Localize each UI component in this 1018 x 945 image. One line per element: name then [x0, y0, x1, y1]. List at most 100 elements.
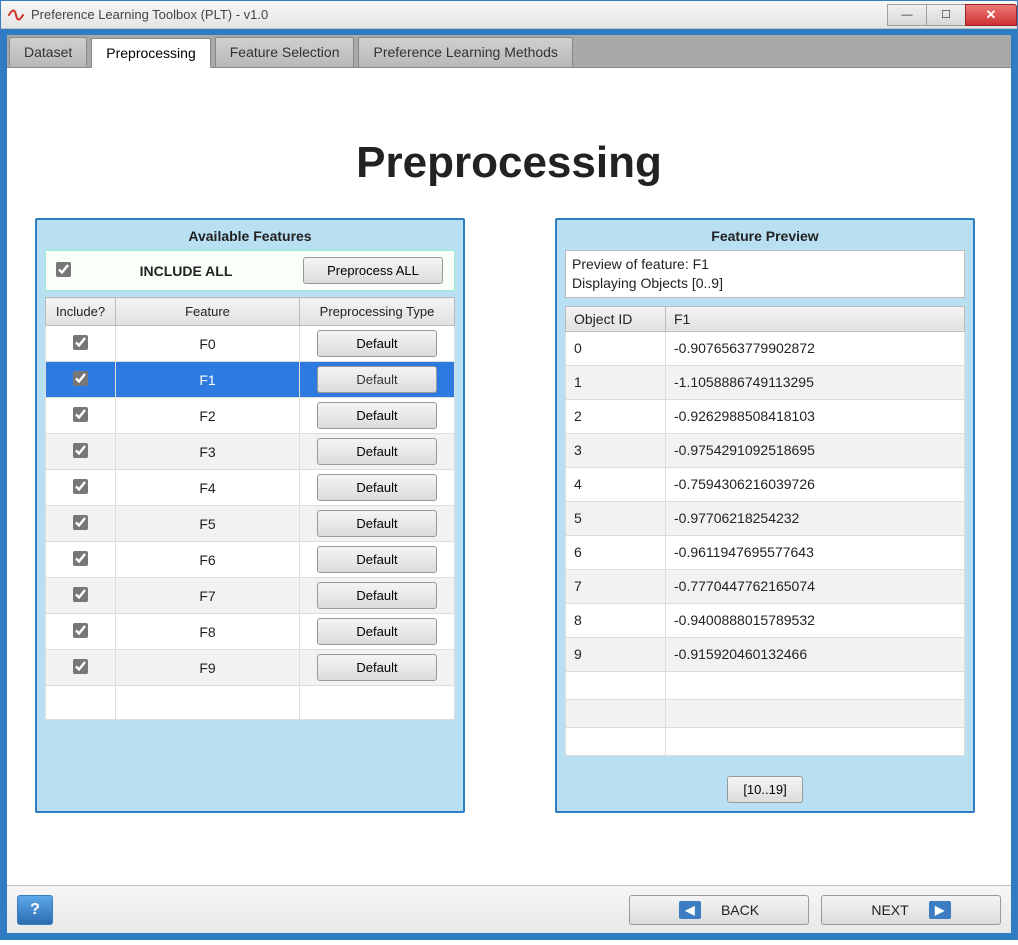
preprocessing-type-button[interactable]: Default — [317, 654, 437, 681]
include-checkbox[interactable] — [73, 479, 88, 494]
feature-name: F7 — [116, 578, 300, 614]
include-all-checkbox[interactable] — [56, 262, 71, 277]
col-type[interactable]: Preprocessing Type — [300, 298, 455, 326]
include-checkbox[interactable] — [73, 515, 88, 530]
available-features-panel: Available Features INCLUDE ALL Preproces… — [35, 218, 465, 813]
preprocessing-type-button[interactable]: Default — [317, 510, 437, 537]
preview-table: Object ID F1 0-0.90765637799028721-1.105… — [565, 306, 965, 756]
col-feature[interactable]: Feature — [116, 298, 300, 326]
preview-row — [566, 727, 965, 755]
feature-row[interactable]: F1 Default — [46, 362, 455, 398]
titlebar: Preference Learning Toolbox (PLT) - v1.0 — [1, 1, 1017, 29]
preprocessing-type-button[interactable]: Default — [317, 402, 437, 429]
feature-name: F4 — [116, 470, 300, 506]
preview-row[interactable]: 9-0.915920460132466 — [566, 637, 965, 671]
maximize-button[interactable] — [926, 4, 966, 26]
feature-row[interactable]: F2 Default — [46, 398, 455, 434]
preview-row[interactable]: 4-0.7594306216039726 — [566, 467, 965, 501]
pager: [10..19] — [565, 776, 965, 803]
window-title: Preference Learning Toolbox (PLT) - v1.0 — [31, 7, 888, 22]
preprocessing-type-button[interactable]: Default — [317, 582, 437, 609]
preprocessing-type-button[interactable]: Default — [317, 618, 437, 645]
preview-info-line1: Preview of feature: F1 — [572, 255, 958, 274]
tab-preference-learning-methods[interactable]: Preference Learning Methods — [358, 37, 572, 67]
preview-row[interactable]: 8-0.9400888015789532 — [566, 603, 965, 637]
include-checkbox[interactable] — [73, 551, 88, 566]
object-value: -0.9076563779902872 — [666, 331, 965, 365]
preprocessing-type-button[interactable]: Default — [317, 474, 437, 501]
preprocessing-type-button[interactable]: Default — [317, 366, 437, 393]
object-id: 8 — [566, 603, 666, 637]
object-id: 4 — [566, 467, 666, 501]
next-page-button[interactable]: [10..19] — [727, 776, 803, 803]
object-value: -0.9611947695577643 — [666, 535, 965, 569]
object-id: 6 — [566, 535, 666, 569]
tab-preprocessing[interactable]: Preprocessing — [91, 38, 211, 68]
footer: ? ◀ BACK NEXT ▶ — [7, 885, 1011, 933]
col-include[interactable]: Include? — [46, 298, 116, 326]
object-id: 5 — [566, 501, 666, 535]
preview-row — [566, 699, 965, 727]
col-object-id[interactable]: Object ID — [566, 306, 666, 331]
tab-feature-selection[interactable]: Feature Selection — [215, 37, 355, 67]
tab-dataset[interactable]: Dataset — [9, 37, 87, 67]
preview-row[interactable]: 6-0.9611947695577643 — [566, 535, 965, 569]
preview-row[interactable]: 1-1.1058886749113295 — [566, 365, 965, 399]
preview-row[interactable]: 7-0.7770447762165074 — [566, 569, 965, 603]
preprocessing-type-button[interactable]: Default — [317, 438, 437, 465]
include-checkbox[interactable] — [73, 407, 88, 422]
back-button[interactable]: ◀ BACK — [629, 895, 809, 925]
feature-name: F1 — [116, 362, 300, 398]
col-value[interactable]: F1 — [666, 306, 965, 331]
close-button[interactable] — [965, 4, 1017, 26]
feature-name: F8 — [116, 614, 300, 650]
feature-preview-panel: Feature Preview Preview of feature: F1 D… — [555, 218, 975, 813]
table-row — [46, 686, 455, 720]
include-all-label: INCLUDE ALL — [74, 263, 298, 279]
object-value: -0.7594306216039726 — [666, 467, 965, 501]
include-checkbox[interactable] — [73, 659, 88, 674]
feature-name: F5 — [116, 506, 300, 542]
app-icon — [7, 6, 25, 24]
feature-name: F3 — [116, 434, 300, 470]
preprocessing-type-button[interactable]: Default — [317, 330, 437, 357]
feature-name: F6 — [116, 542, 300, 578]
feature-name: F0 — [116, 326, 300, 362]
feature-row[interactable]: F9 Default — [46, 650, 455, 686]
feature-name: F2 — [116, 398, 300, 434]
feature-name: F9 — [116, 650, 300, 686]
help-button[interactable]: ? — [17, 895, 53, 925]
feature-row[interactable]: F8 Default — [46, 614, 455, 650]
back-label: BACK — [721, 902, 759, 918]
tabbar: DatasetPreprocessingFeature SelectionPre… — [7, 35, 1011, 68]
available-features-title: Available Features — [45, 228, 455, 244]
object-id: 2 — [566, 399, 666, 433]
feature-row[interactable]: F5 Default — [46, 506, 455, 542]
include-checkbox[interactable] — [73, 623, 88, 638]
include-checkbox[interactable] — [73, 443, 88, 458]
preprocess-all-button[interactable]: Preprocess ALL — [303, 257, 443, 284]
include-checkbox[interactable] — [73, 371, 88, 386]
object-value: -1.1058886749113295 — [666, 365, 965, 399]
include-checkbox[interactable] — [73, 335, 88, 350]
preview-row[interactable]: 5-0.97706218254232 — [566, 501, 965, 535]
minimize-button[interactable] — [887, 4, 927, 26]
feature-row[interactable]: F7 Default — [46, 578, 455, 614]
object-value: -0.97706218254232 — [666, 501, 965, 535]
object-value: -0.7770447762165074 — [666, 569, 965, 603]
preprocessing-type-button[interactable]: Default — [317, 546, 437, 573]
object-id: 0 — [566, 331, 666, 365]
feature-row[interactable]: F3 Default — [46, 434, 455, 470]
object-id: 3 — [566, 433, 666, 467]
include-checkbox[interactable] — [73, 587, 88, 602]
preview-row[interactable]: 2-0.9262988508418103 — [566, 399, 965, 433]
preview-info: Preview of feature: F1 Displaying Object… — [565, 250, 965, 298]
next-button[interactable]: NEXT ▶ — [821, 895, 1001, 925]
feature-row[interactable]: F0 Default — [46, 326, 455, 362]
feature-row[interactable]: F6 Default — [46, 542, 455, 578]
object-id: 7 — [566, 569, 666, 603]
preview-row[interactable]: 0-0.9076563779902872 — [566, 331, 965, 365]
preview-row[interactable]: 3-0.9754291092518695 — [566, 433, 965, 467]
object-value: -0.915920460132466 — [666, 637, 965, 671]
feature-row[interactable]: F4 Default — [46, 470, 455, 506]
